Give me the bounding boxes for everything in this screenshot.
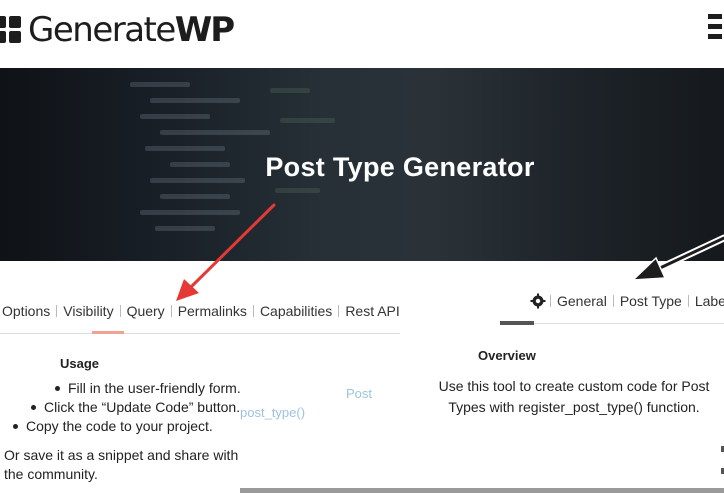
gear-icon[interactable]	[530, 293, 546, 309]
active-tab-indicator	[92, 331, 124, 334]
usage-heading: Usage	[60, 356, 100, 371]
usage-item-text: Fill in the user-friendly form.	[68, 380, 241, 396]
overview-text: Use this tool to create custom code for …	[438, 378, 710, 415]
hero-decor	[145, 146, 225, 151]
logo-text-light: Generate	[28, 10, 176, 50]
bullet-icon	[55, 385, 60, 391]
list-item: Click the “Update Code” button.	[31, 399, 240, 415]
logo-mark-icon	[0, 12, 24, 48]
settings-tabs-right: General Post Type Labels	[530, 288, 724, 314]
tab-rest-api[interactable]: Rest API	[339, 303, 405, 319]
tab-post-type[interactable]: Post Type	[614, 293, 688, 309]
tab-general[interactable]: General	[551, 293, 613, 309]
hero-decor	[150, 98, 240, 103]
hero-decor	[160, 194, 230, 199]
generatewp-logo[interactable]: GenerateWP	[0, 10, 235, 50]
hamburger-menu-icon[interactable]	[708, 14, 724, 44]
logo-text: GenerateWP	[28, 10, 235, 50]
active-tab-indicator-right	[500, 321, 534, 325]
tab-labels[interactable]: Labels	[689, 293, 724, 309]
tab-visibility[interactable]: Visibility	[57, 303, 119, 319]
tab-capabilities[interactable]: Capabilities	[254, 303, 338, 319]
hero-decor	[140, 210, 240, 215]
overview-heading: Overview	[478, 348, 536, 363]
hero-decor	[140, 114, 210, 119]
page-title: Post Type Generator	[265, 152, 535, 182]
hero-decor	[160, 130, 270, 135]
ghost-link-post[interactable]: Post	[346, 386, 372, 401]
hero-decor	[155, 226, 215, 231]
tab-options[interactable]: Options	[0, 303, 56, 319]
bullet-icon	[31, 404, 36, 410]
bullet-icon	[13, 423, 18, 429]
hero-decor	[130, 82, 190, 87]
usage-item-text: Click the “Update Code” button.	[44, 399, 241, 415]
hero-decor	[275, 188, 320, 193]
ghost-link-post-type[interactable]: post_type()	[240, 405, 305, 420]
site-header: GenerateWP	[0, 0, 724, 68]
hero-decor	[270, 88, 310, 93]
hero-banner: Post Type Generator	[0, 68, 724, 261]
hero-decor	[280, 118, 335, 123]
list-item: Copy the code to your project.	[13, 418, 213, 434]
logo-text-bold: WP	[174, 10, 235, 50]
bottom-bar	[240, 488, 724, 493]
tab-query[interactable]: Query	[121, 303, 171, 319]
tab-permalinks[interactable]: Permalinks	[172, 303, 253, 319]
usage-note: Or save it as a snippet and share with t…	[4, 447, 239, 482]
list-item: Fill in the user-friendly form.	[55, 380, 241, 396]
tabs-divider	[0, 333, 400, 334]
usage-item-text: Copy the code to your project.	[26, 418, 213, 434]
settings-tabs: Options Visibility Query Permalinks Capa…	[0, 296, 406, 326]
